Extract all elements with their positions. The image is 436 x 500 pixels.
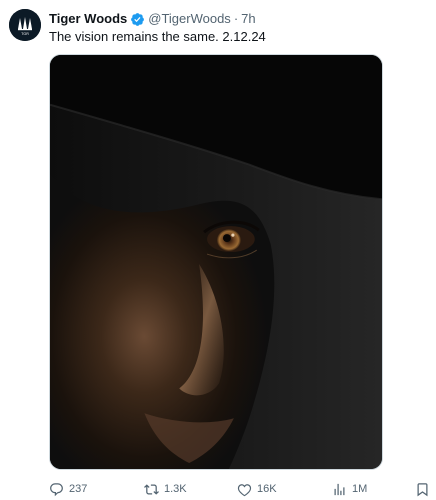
avatar-label: TGR xyxy=(21,32,29,36)
verified-badge-icon xyxy=(130,12,145,27)
reply-button[interactable]: 237 xyxy=(49,479,87,499)
heart-icon xyxy=(237,483,252,496)
avatar[interactable]: TGR xyxy=(9,9,41,41)
author-name[interactable]: Tiger Woods xyxy=(49,11,127,27)
bookmark-button[interactable] xyxy=(415,479,430,499)
author-handle[interactable]: @TigerWoods xyxy=(148,11,231,27)
tweet-photo[interactable] xyxy=(49,54,383,470)
separator-dot: · xyxy=(233,11,239,26)
tweet-card: TGR Tiger Woods @TigerWoods · 7h The vis… xyxy=(0,0,436,500)
like-count: 16K xyxy=(257,483,277,495)
reply-count: 237 xyxy=(69,483,88,495)
photo-face-closeup xyxy=(50,55,382,469)
tweet-text: The vision remains the same. 2.12.24 xyxy=(49,29,266,44)
action-bar: 237 1.3K 16K 1M xyxy=(49,479,436,499)
tgr-logo-icon: TGR xyxy=(9,9,41,41)
views-button[interactable]: 1M xyxy=(332,479,367,499)
like-button[interactable]: 16K xyxy=(237,479,277,499)
timestamp[interactable]: 7h xyxy=(241,11,255,27)
retweet-icon xyxy=(144,483,159,495)
retweet-button[interactable]: 1.3K xyxy=(144,479,187,499)
retweet-count: 1.3K xyxy=(164,483,187,495)
views-count: 1M xyxy=(352,483,368,495)
views-chart-icon xyxy=(334,483,345,495)
bookmark-icon xyxy=(417,482,428,496)
reply-icon xyxy=(50,482,63,496)
tweet-header: Tiger Woods @TigerWoods · 7h xyxy=(49,11,256,27)
